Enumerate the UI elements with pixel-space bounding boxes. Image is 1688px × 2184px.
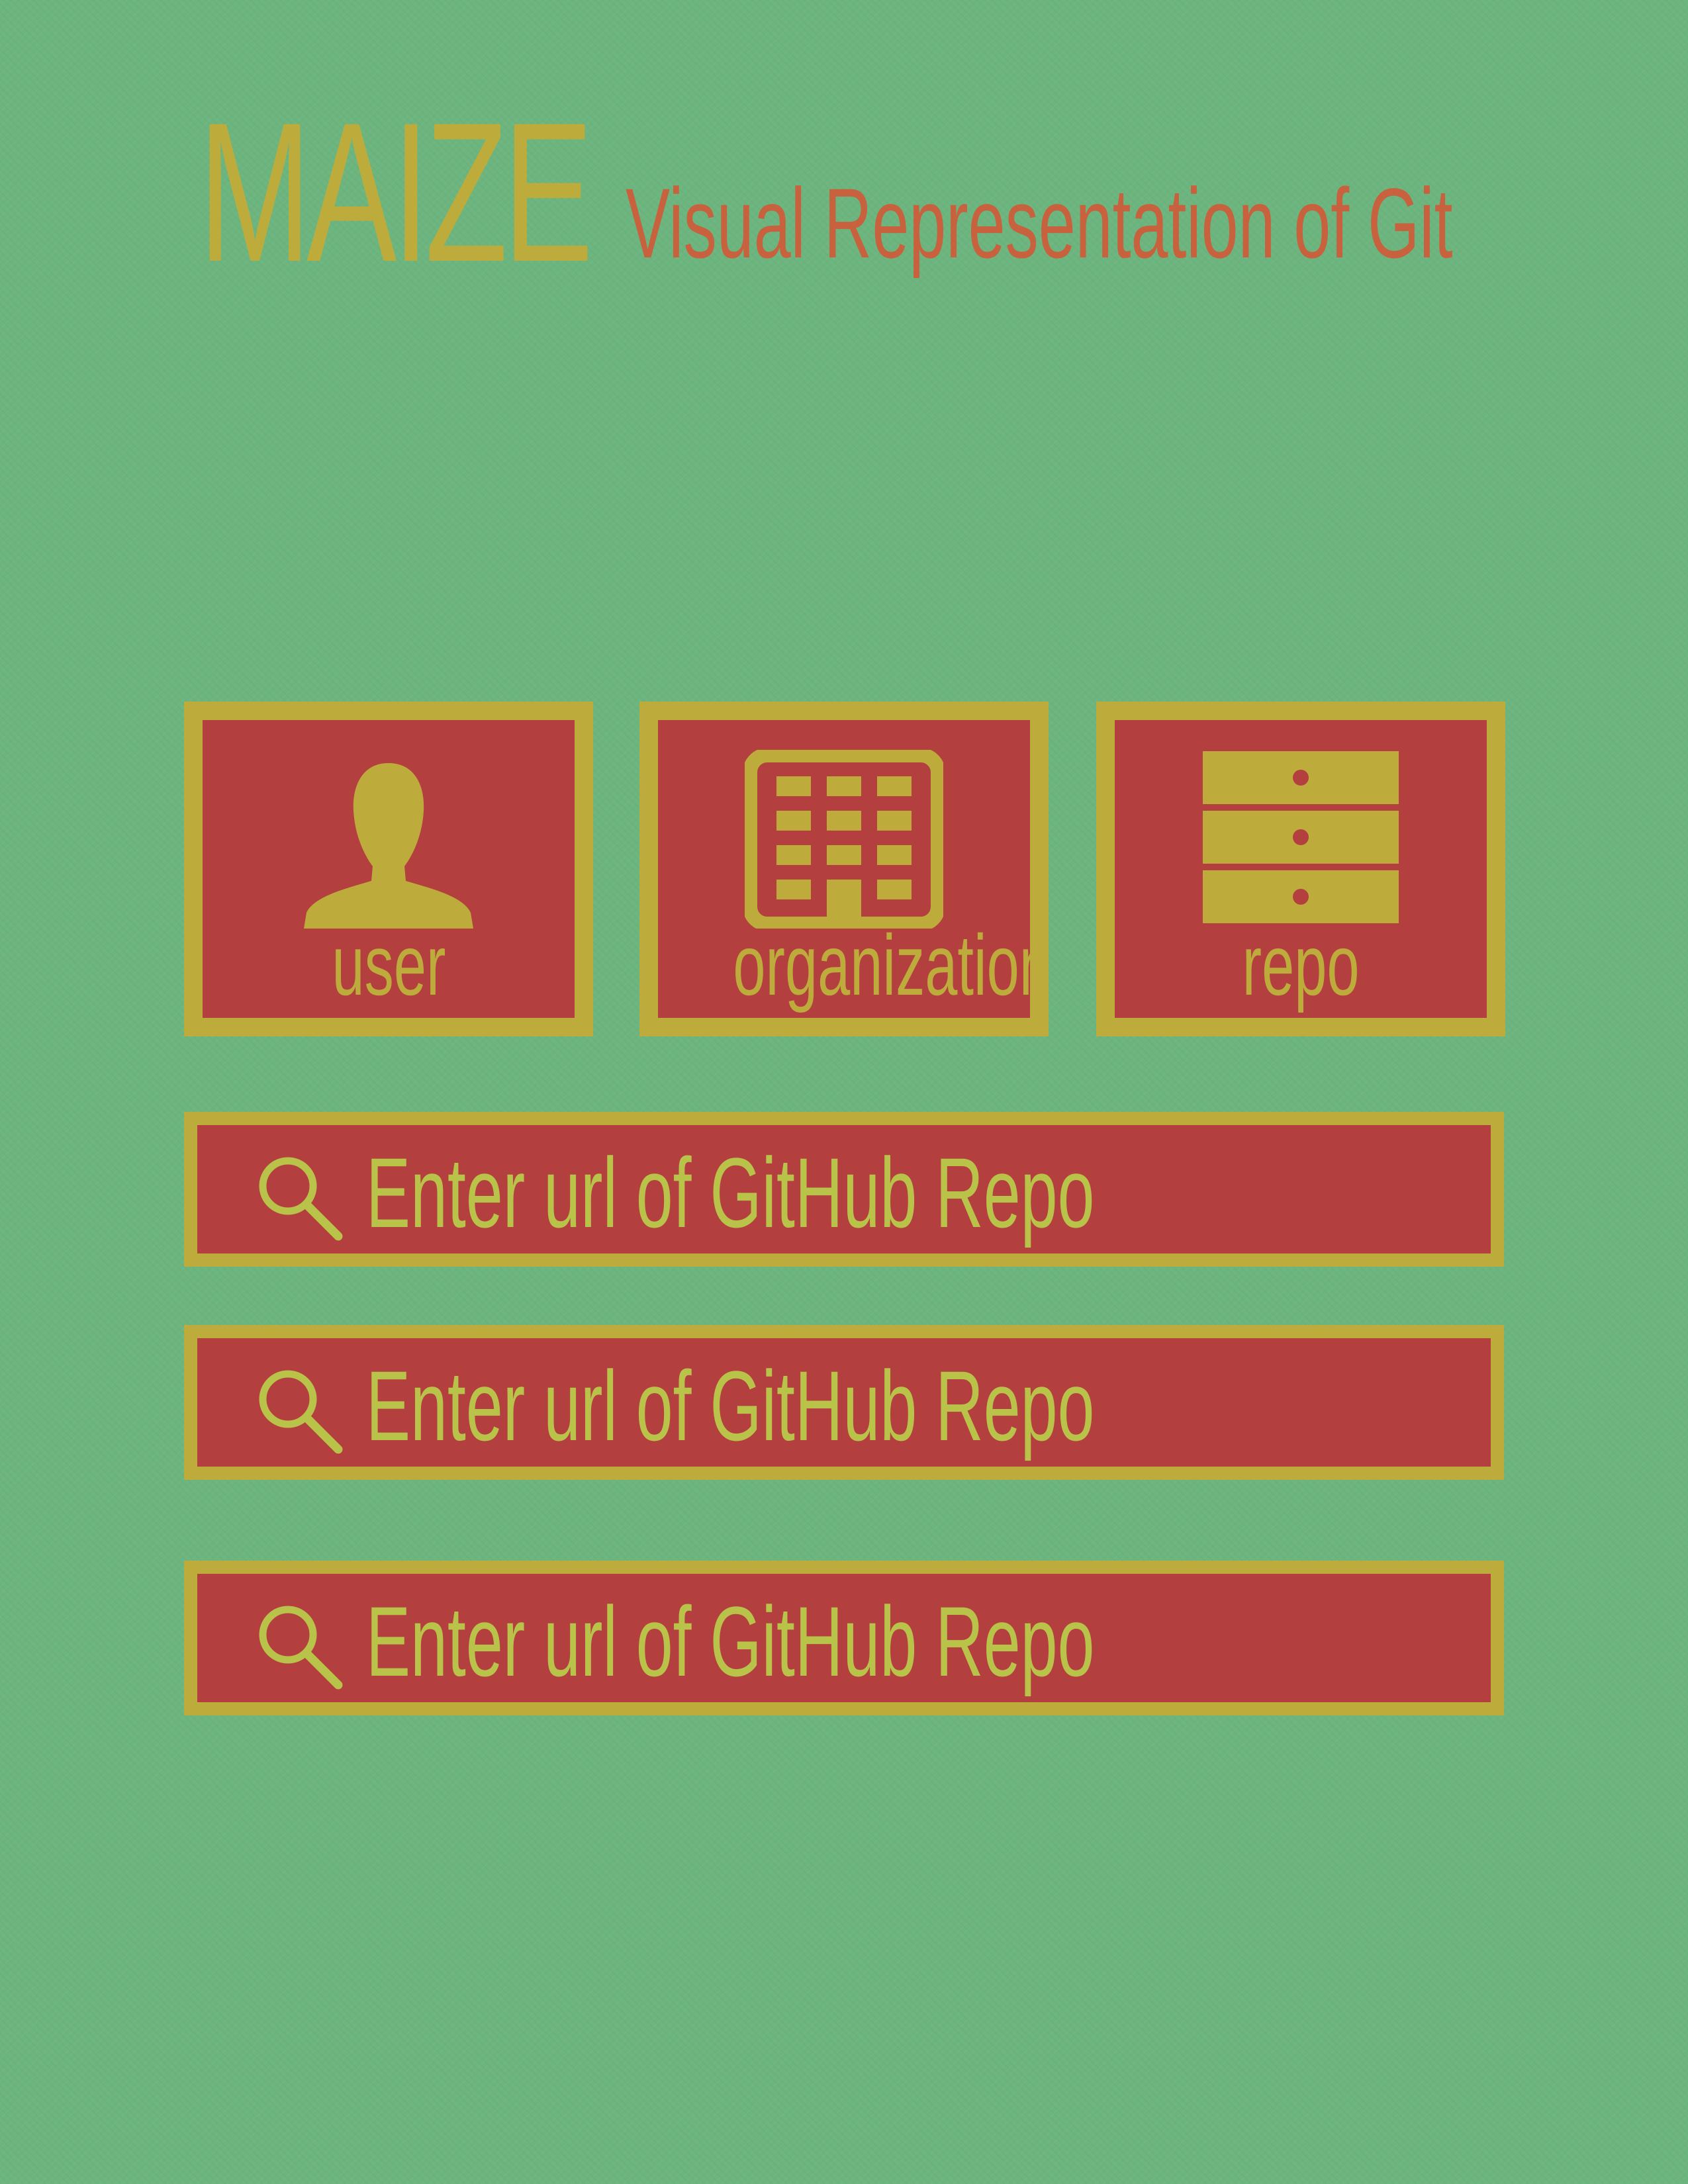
server-icon	[1203, 751, 1399, 923]
search-icon	[259, 1370, 343, 1454]
search-placeholder: Enter url of GitHub Repo	[366, 1137, 1095, 1248]
repo-url-search-field-1[interactable]: Enter url of GitHub Repo	[184, 1112, 1504, 1267]
search-placeholder: Enter url of GitHub Repo	[366, 1350, 1095, 1461]
repo-url-search-field-2[interactable]: Enter url of GitHub Repo	[184, 1325, 1504, 1480]
user-tile-label: user	[332, 917, 445, 1013]
app-tagline: Visual Representation of Git	[626, 167, 1453, 279]
repo-url-search-field-3[interactable]: Enter url of GitHub Repo	[184, 1561, 1504, 1715]
organization-tile-button[interactable]: organization	[639, 702, 1052, 1036]
search-placeholder: Enter url of GitHub Repo	[366, 1586, 1095, 1697]
building-icon	[745, 750, 943, 929]
repo-tile-button[interactable]: repo	[1096, 702, 1505, 1036]
app-logo: MAIZE	[199, 81, 593, 303]
search-icon	[259, 1606, 343, 1690]
organization-tile-label: organization	[733, 917, 1052, 1013]
search-icon	[259, 1157, 343, 1241]
user-tile-button[interactable]: user	[184, 702, 593, 1036]
user-icon	[304, 763, 473, 929]
header: MAIZE Visual Representation of Git	[199, 81, 1523, 303]
repo-tile-label: repo	[1242, 917, 1360, 1013]
